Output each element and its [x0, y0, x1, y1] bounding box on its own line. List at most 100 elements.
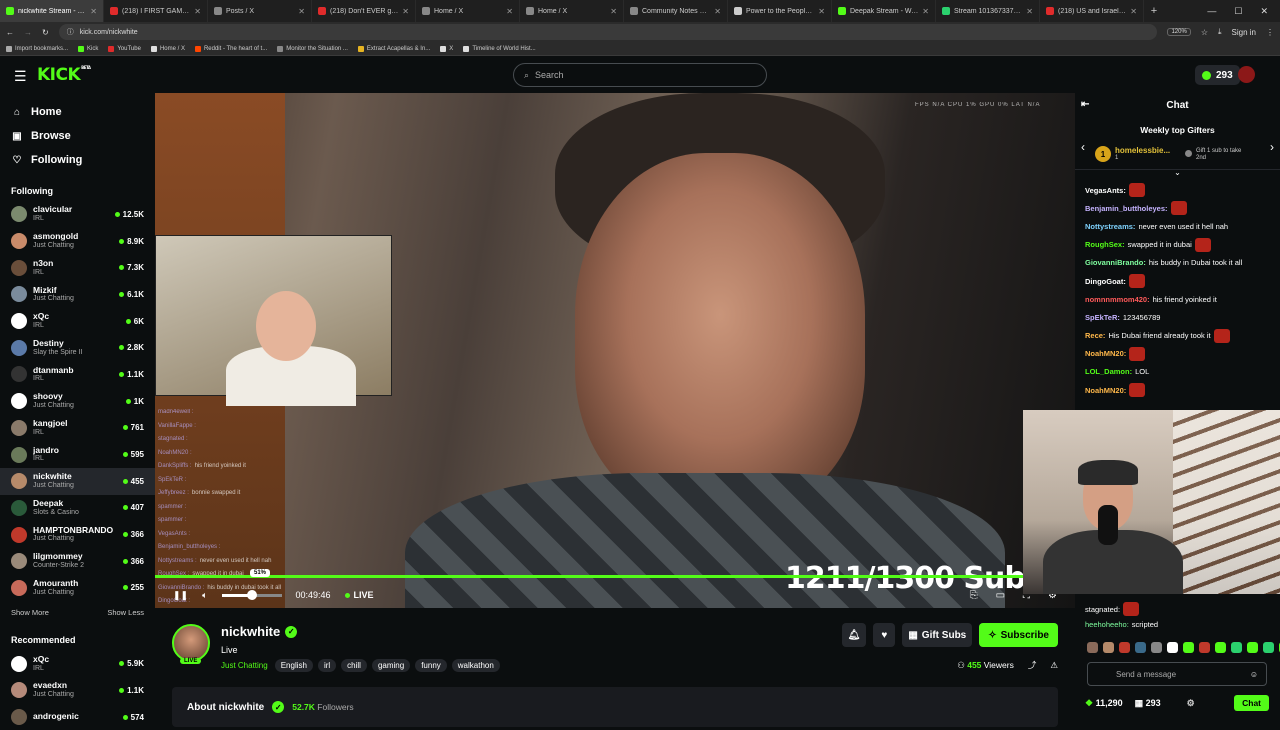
bookmark-item[interactable]: Home / X [150, 45, 185, 52]
tab-close-icon[interactable]: ✕ [1026, 7, 1033, 16]
points-balance[interactable]: ❖ 11,290 [1085, 698, 1123, 709]
volume-slider[interactable] [221, 589, 282, 600]
sidebar-channel[interactable]: xQc IRL 6K [0, 308, 155, 335]
browser-tab[interactable]: (218) US and Israel Attack ✕ [1040, 0, 1144, 22]
stream-tag[interactable]: gaming [371, 659, 411, 672]
sidebar-channel[interactable]: HAMPTONBRANDO Just Chatting 366 [0, 521, 155, 548]
chat-username[interactable]: DingoGoat: [1085, 277, 1126, 286]
stream-tag[interactable]: chill [341, 659, 367, 672]
gifters-next-icon[interactable]: › [1270, 140, 1274, 154]
stream-tag[interactable]: walkathon [451, 659, 500, 672]
sidebar-channel[interactable]: Deepak Slots & Casino 407 [0, 495, 155, 522]
browser-tab[interactable]: Stream 101367337 - garyda ✕ [936, 0, 1040, 22]
show-more-button[interactable]: Show More [11, 608, 49, 617]
emote-icon[interactable] [1151, 642, 1162, 653]
subs-count[interactable]: ▦ 293 [1135, 698, 1161, 709]
sidebar-channel[interactable]: dtanmanb IRL 1.1K [0, 361, 155, 388]
follow-heart-button[interactable]: ♥ [873, 623, 896, 647]
bookmark-star-icon[interactable]: ☆ [1201, 28, 1208, 37]
chat-username[interactable]: SpEkTeR: [1085, 313, 1120, 322]
bookmark-item[interactable]: YouTube [108, 45, 141, 52]
tab-close-icon[interactable]: ✕ [1130, 7, 1137, 16]
tab-close-icon[interactable]: ✕ [818, 7, 825, 16]
bookmark-item[interactable]: X [440, 45, 453, 52]
chat-input[interactable]: Send a message ☺ [1087, 662, 1267, 686]
sidebar-channel[interactable]: xQc IRL 5.9K [0, 650, 155, 677]
clip-icon[interactable]: ⎘ [970, 590, 978, 601]
browser-tab[interactable]: Community Notes & Violati✕ [624, 0, 728, 22]
sidebar-channel[interactable]: Amouranth Just Chatting 255 [0, 575, 155, 602]
tab-close-icon[interactable]: ✕ [714, 7, 721, 16]
new-tab-button[interactable]: + [1144, 5, 1164, 17]
browser-tab[interactable]: (218) I FIRST GAME A ✕ [104, 0, 208, 22]
streamer-avatar[interactable] [172, 624, 210, 662]
collapse-chat-icon[interactable]: ⇤ [1081, 99, 1089, 110]
category-link[interactable]: Just Chatting [221, 661, 268, 670]
subscribe-button[interactable]: ✧ Subscribe [979, 623, 1058, 647]
stream-tag[interactable]: English [274, 659, 313, 672]
browser-tab[interactable]: Home / X ✕ [520, 0, 624, 22]
site-info-icon[interactable]: ⓘ [67, 27, 74, 37]
send-chat-button[interactable]: Chat [1234, 695, 1269, 711]
chat-username[interactable]: Benjamin_buttholeyes: [1085, 204, 1168, 213]
back-icon[interactable]: ← [6, 28, 14, 37]
sidebar-channel[interactable]: clavicular IRL 12.5K [0, 201, 155, 228]
emote-icon[interactable] [1263, 642, 1274, 653]
emote-icon[interactable] [1135, 642, 1146, 653]
sign-in-button[interactable]: Sign in [1232, 28, 1256, 37]
kick-logo[interactable]: KICKBETA [37, 65, 91, 85]
chat-username[interactable]: nomnnmmom420: [1085, 295, 1150, 304]
menu-icon[interactable]: ⋮ [1266, 28, 1274, 37]
minimize-icon[interactable]: — [1207, 6, 1216, 17]
hamburger-menu-icon[interactable]: ☰ [14, 68, 27, 85]
chat-username[interactable]: GiovanniBrando: [1085, 258, 1146, 267]
bookmark-item[interactable]: Monitor the Situation ... [277, 45, 348, 52]
emote-icon[interactable] [1103, 642, 1114, 653]
browser-tab[interactable]: Power to the People A ✕ [728, 0, 832, 22]
search-input[interactable]: ⌕ Search [513, 63, 767, 87]
show-less-button[interactable]: Show Less [107, 608, 144, 617]
sidebar-channel[interactable]: lilgmommey Counter-Strike 2 366 [0, 548, 155, 575]
forward-icon[interactable]: → [24, 28, 32, 37]
bookmark-item[interactable]: Reddit - The heart of t... [194, 45, 267, 52]
chat-username[interactable]: NoahMN20: [1085, 386, 1126, 395]
sidebar-nav-browse[interactable]: ▣ Browse [0, 124, 155, 148]
sidebar-nav-home[interactable]: ⌂ Home [0, 100, 155, 124]
chat-username[interactable]: RoughSex: [1085, 240, 1125, 249]
chat-username[interactable]: heehoheeho: [1085, 620, 1129, 629]
tab-close-icon[interactable]: ✕ [402, 7, 409, 16]
tab-close-icon[interactable]: ✕ [922, 7, 929, 16]
download-icon[interactable]: ⤓ [1218, 27, 1222, 37]
sidebar-channel[interactable]: evaedxn Just Chatting 1.1K [0, 677, 155, 704]
emote-icon[interactable] [1215, 642, 1226, 653]
sidebar-channel[interactable]: androgenic 574 [0, 704, 155, 730]
browser-tab[interactable]: (218) Don't EVER go down ✕ [312, 0, 416, 22]
bookmark-item[interactable]: Extract Acapellas & In... [357, 45, 430, 52]
browser-tab[interactable]: Deepak Stream - Watch Liv ✕ [832, 0, 936, 22]
sidebar-channel[interactable]: Mizkif Just Chatting 6.1K [0, 281, 155, 308]
sidebar-channel[interactable]: Destiny Slay the Spire II 2.8K [0, 334, 155, 361]
emote-icon[interactable] [1087, 642, 1098, 653]
chat-username[interactable]: NoahMN20: [1085, 349, 1126, 358]
volume-handle[interactable] [247, 589, 258, 600]
tab-close-icon[interactable]: ✕ [90, 7, 97, 16]
emote-icon[interactable] [1167, 642, 1178, 653]
chat-username[interactable]: LOL_Damon: [1085, 367, 1132, 376]
notification-bell-button[interactable]: 🔔︎ [841, 623, 867, 647]
sidebar-channel[interactable]: kangjoel IRL 761 [0, 415, 155, 442]
chat-username[interactable]: stagnated: [1085, 605, 1120, 614]
chat-username[interactable]: Nottystreams: [1085, 222, 1135, 231]
emote-icon[interactable] [1247, 642, 1258, 653]
live-indicator[interactable]: LIVE [344, 590, 374, 600]
emote-icon[interactable] [1183, 642, 1194, 653]
zoom-indicator[interactable]: 120% [1167, 28, 1191, 36]
browser-tab[interactable]: Home / X ✕ [416, 0, 520, 22]
gifters-prev-icon[interactable]: ‹ [1081, 140, 1085, 154]
volume-icon[interactable]: 🔈︎ [202, 590, 207, 601]
sidebar-channel[interactable]: asmongold Just Chatting 8.9K [0, 228, 155, 255]
stream-tag[interactable]: funny [415, 659, 447, 672]
tab-close-icon[interactable]: ✕ [506, 7, 513, 16]
share-icon[interactable]: ⤴ [1028, 659, 1037, 671]
reload-icon[interactable]: ↻ [42, 28, 49, 37]
channel-points-button[interactable]: 293 [1195, 65, 1240, 85]
